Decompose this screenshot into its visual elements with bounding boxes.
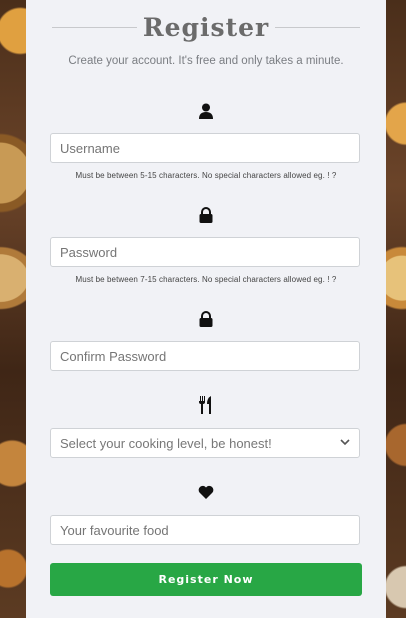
cooking-level-selected-value: Select your cooking level, be honest! [60, 435, 272, 451]
utensils-icon [197, 396, 215, 414]
favourite-food-input[interactable] [50, 515, 360, 545]
user-icon [197, 102, 215, 120]
title-divider-left [52, 26, 137, 28]
password-input[interactable] [50, 237, 360, 267]
register-now-button[interactable]: Register Now [50, 563, 362, 596]
title-divider-right [275, 26, 361, 28]
register-panel: Register Create your account. It's free … [26, 0, 386, 618]
subtitle: Create your account. It's free and only … [68, 55, 344, 67]
chevron-down-icon [340, 438, 350, 449]
title-row: Register [52, 12, 361, 42]
heart-icon [197, 483, 215, 501]
username-help-text: Must be between 5-15 characters. No spec… [75, 171, 337, 180]
lock-icon [197, 310, 215, 328]
password-help-text: Must be between 7-15 characters. No spec… [75, 275, 337, 284]
confirm-password-input[interactable] [50, 341, 360, 371]
cooking-level-select[interactable]: Select your cooking level, be honest! [50, 428, 360, 458]
username-input[interactable] [50, 133, 360, 163]
lock-icon [197, 206, 215, 224]
page-title: Register [142, 12, 270, 42]
